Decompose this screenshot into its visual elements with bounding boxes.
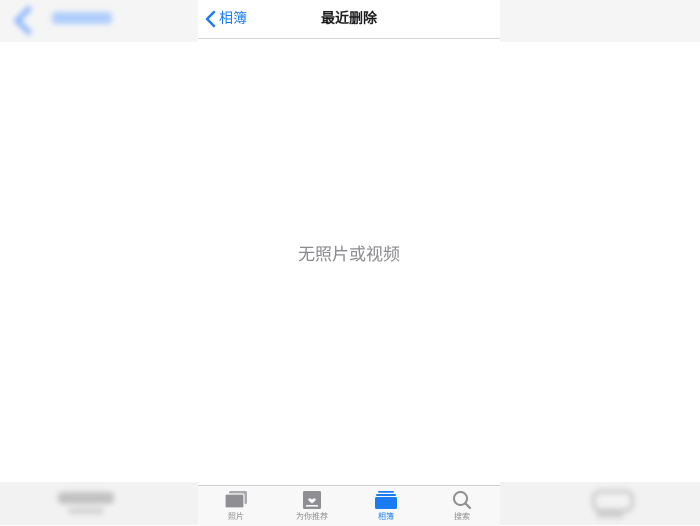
tab-photos[interactable]: 照片: [198, 490, 274, 526]
tab-albums-label: 相簿: [378, 512, 394, 521]
tab-photos-label: 照片: [228, 512, 244, 521]
tab-for-you-label: 为你推荐: [296, 512, 328, 521]
background-blurred-left: [58, 492, 118, 514]
tab-search[interactable]: 搜索: [424, 490, 500, 526]
albums-icon: [375, 491, 397, 509]
background-blurred-back: [13, 5, 134, 36]
navigation-bar: 相簿 最近删除: [198, 0, 500, 39]
for-you-icon: [303, 491, 321, 509]
phone-screen: 相簿 最近删除 无照片或视频 照片 为你推荐 相簿 搜索: [198, 0, 500, 526]
background-blurred-right: [588, 490, 634, 520]
photos-icon: [224, 491, 247, 509]
tab-for-you[interactable]: 为你推荐: [274, 490, 350, 526]
page-title: 最近删除: [321, 11, 377, 27]
search-icon: [453, 491, 472, 510]
tab-search-label: 搜索: [454, 512, 470, 521]
empty-state-message: 无照片或视频: [298, 245, 400, 265]
tab-bar: 照片 为你推荐 相簿 搜索: [198, 485, 500, 526]
tab-albums[interactable]: 相簿: [348, 490, 424, 526]
